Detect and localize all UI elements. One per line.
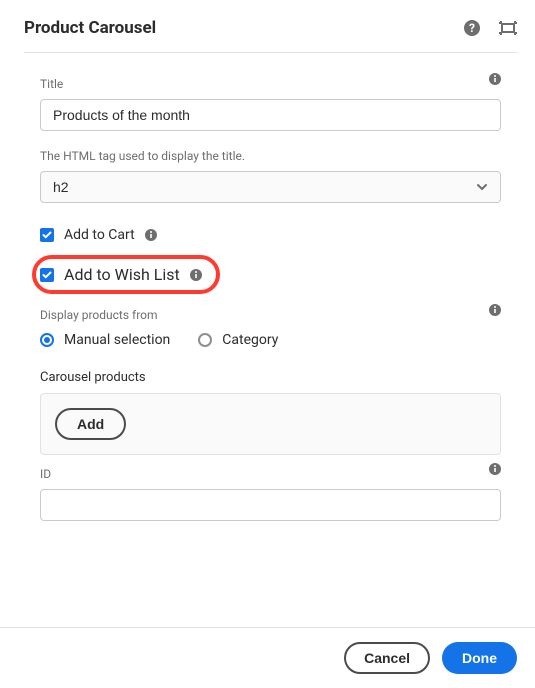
radio-indicator-checked (40, 333, 54, 347)
id-label: ID (40, 467, 501, 481)
product-carousel-dialog: Product Carousel ? Title The HTML tag us… (0, 0, 535, 521)
dialog-title: Product Carousel (24, 18, 156, 38)
radio-category[interactable]: Category (198, 332, 278, 348)
info-icon[interactable] (145, 229, 157, 241)
display-products-from-section: Display products from Manual selection C… (40, 308, 501, 348)
add-to-cart-label: Add to Cart (64, 227, 135, 243)
add-product-button[interactable]: Add (55, 408, 126, 440)
title-label: Title (40, 77, 501, 91)
add-to-wishlist-highlight: Add to Wish List (40, 255, 501, 294)
fullscreen-icon[interactable] (499, 19, 517, 37)
title-tag-value: h2 (53, 179, 69, 195)
dialog-header: Product Carousel ? (24, 18, 517, 53)
form-body: Title The HTML tag used to display the t… (24, 53, 517, 521)
id-field: ID (40, 467, 501, 521)
radio-indicator-unchecked (198, 333, 212, 347)
done-button[interactable]: Done (442, 642, 517, 674)
cancel-button[interactable]: Cancel (344, 642, 430, 674)
add-to-cart-checkbox-row[interactable]: Add to Cart (40, 221, 501, 249)
carousel-products-section: Carousel products Add (40, 370, 501, 455)
add-to-wishlist-checkbox[interactable] (40, 268, 54, 282)
title-input[interactable] (40, 99, 501, 131)
svg-text:?: ? (469, 21, 475, 35)
chevron-down-icon (476, 181, 488, 193)
title-tag-select[interactable]: h2 (40, 171, 501, 203)
carousel-products-label: Carousel products (40, 370, 501, 385)
add-to-cart-checkbox[interactable] (40, 228, 54, 242)
display-from-label: Display products from (40, 308, 501, 322)
title-field: Title (40, 77, 501, 131)
title-tag-field: The HTML tag used to display the title. … (40, 149, 501, 203)
header-actions: ? (463, 19, 517, 37)
radio-manual-selection[interactable]: Manual selection (40, 332, 170, 348)
display-from-radio-group: Manual selection Category (40, 332, 501, 348)
info-icon[interactable] (489, 304, 501, 316)
id-input[interactable] (40, 489, 501, 521)
info-icon[interactable] (489, 463, 501, 475)
help-icon[interactable]: ? (463, 19, 481, 37)
dialog-footer: Cancel Done (0, 627, 535, 688)
radio-manual-label: Manual selection (64, 332, 170, 348)
info-icon[interactable] (190, 269, 202, 281)
radio-category-label: Category (222, 332, 278, 348)
carousel-products-box: Add (40, 393, 501, 455)
add-to-wishlist-label: Add to Wish List (64, 265, 180, 284)
title-tag-label: The HTML tag used to display the title. (40, 149, 501, 163)
info-icon[interactable] (489, 73, 501, 85)
